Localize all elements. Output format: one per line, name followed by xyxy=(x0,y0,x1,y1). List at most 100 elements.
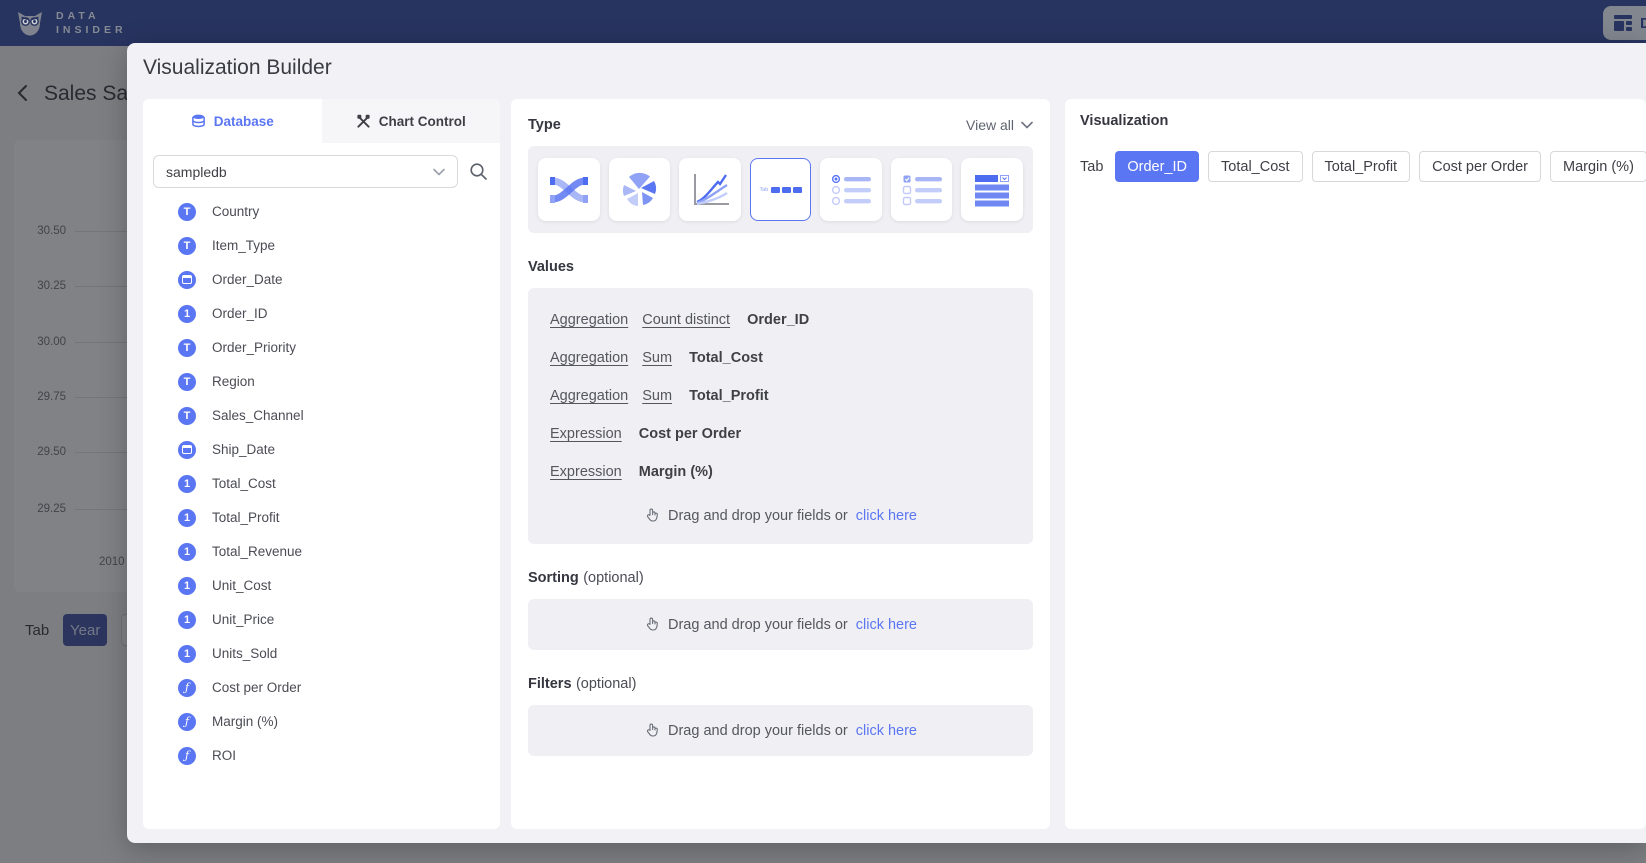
field-item-ship-date[interactable]: Ship_Date xyxy=(178,439,500,460)
field-item-unit-cost[interactable]: 1 Unit_Cost xyxy=(178,575,500,596)
aggregation-dropdown[interactable]: Aggregation xyxy=(550,388,628,404)
chevron-down-icon xyxy=(1021,121,1033,129)
number-field-icon: 1 xyxy=(178,577,196,595)
left-panel: Database Chart Control sampledb xyxy=(143,99,500,829)
field-item-unit-price[interactable]: 1 Unit_Price xyxy=(178,609,500,630)
field-item-order-id[interactable]: 1 Order_ID xyxy=(178,303,500,324)
chart-type-checkbox-list[interactable] xyxy=(891,158,953,221)
filters-drop-zone[interactable]: Drag and drop your fields or click here xyxy=(644,722,917,739)
tab-database[interactable]: Database xyxy=(143,99,322,143)
field-item-cost-per-order[interactable]: ƒ Cost per Order xyxy=(178,677,500,698)
value-row: Aggregation Sum Total_Cost xyxy=(528,339,1033,377)
function-field-icon: ƒ xyxy=(178,679,196,697)
value-row: Aggregation Sum Total_Profit xyxy=(528,377,1033,415)
values-heading: Values xyxy=(528,259,574,275)
text-field-icon: T xyxy=(178,373,196,391)
checkbox-list-icon xyxy=(900,173,944,207)
aggregation-dropdown[interactable]: Aggregation xyxy=(550,312,628,328)
value-row: Expression Margin (%) xyxy=(528,453,1033,491)
brand-logo: DATA INSIDER xyxy=(14,7,127,39)
dashboard-button[interactable]: D xyxy=(1603,6,1646,40)
chart-type-tab[interactable]: Tab xyxy=(750,158,812,221)
value-field[interactable]: Total_Profit xyxy=(689,388,768,404)
value-field[interactable]: Margin (%) xyxy=(639,464,713,480)
text-field-icon: T xyxy=(178,339,196,357)
database-select[interactable]: sampledb xyxy=(153,155,458,188)
tab-chart-control-label: Chart Control xyxy=(379,114,466,129)
function-field-icon: ƒ xyxy=(178,747,196,765)
aggregation-func-dropdown[interactable]: Sum xyxy=(642,388,672,404)
table-icon xyxy=(973,173,1011,207)
sorting-optional-label: (optional) xyxy=(583,570,643,586)
drag-hand-icon xyxy=(644,507,660,524)
value-row: Expression Cost per Order xyxy=(528,415,1033,453)
field-list: T Country T Item_Type Order_Date 1 Order… xyxy=(143,188,500,766)
value-row: Aggregation Count distinct Order_ID xyxy=(528,301,1033,339)
drag-hand-icon xyxy=(644,722,660,739)
date-field-icon xyxy=(178,441,196,459)
chart-type-table[interactable] xyxy=(961,158,1023,221)
tab-view-icon: Tab xyxy=(759,187,802,193)
database-icon xyxy=(191,114,206,129)
chart-type-radio-list[interactable] xyxy=(820,158,882,221)
chart-type-pie[interactable] xyxy=(609,158,671,221)
expression-dropdown[interactable]: Expression xyxy=(550,426,622,442)
number-field-icon: 1 xyxy=(178,543,196,561)
drag-hand-icon xyxy=(644,616,660,633)
database-select-value: sampledb xyxy=(166,164,227,180)
text-field-icon: T xyxy=(178,203,196,221)
type-heading: Type xyxy=(528,117,561,133)
field-item-region[interactable]: T Region xyxy=(178,371,500,392)
field-item-margin[interactable]: ƒ Margin (%) xyxy=(178,711,500,732)
aggregation-func-dropdown[interactable]: Sum xyxy=(642,350,672,366)
value-field[interactable]: Total_Cost xyxy=(689,350,763,366)
radio-list-icon xyxy=(829,173,873,207)
tab-database-label: Database xyxy=(214,114,274,129)
field-item-total-revenue[interactable]: 1 Total_Revenue xyxy=(178,541,500,562)
owl-logo-icon xyxy=(14,7,46,39)
sorting-panel: Drag and drop your fields or click here xyxy=(528,599,1033,650)
visualization-panel: Visualization Tab Order_ID Total_Cost To… xyxy=(1065,99,1646,829)
expression-dropdown[interactable]: Expression xyxy=(550,464,622,480)
aggregation-func-dropdown[interactable]: Count distinct xyxy=(642,312,730,328)
number-field-icon: 1 xyxy=(178,509,196,527)
field-item-sales-channel[interactable]: T Sales_Channel xyxy=(178,405,500,426)
visualization-builder-modal: Visualization Builder Database xyxy=(127,43,1646,843)
field-item-roi[interactable]: ƒ ROI xyxy=(178,745,500,766)
chart-type-strip: Tab xyxy=(528,146,1033,233)
viz-tab-label: Tab xyxy=(1080,159,1103,175)
sorting-drop-zone[interactable]: Drag and drop your fields or click here xyxy=(644,616,917,633)
chart-type-sankey[interactable] xyxy=(538,158,600,221)
viz-tab-cost-per-order[interactable]: Cost per Order xyxy=(1419,151,1541,182)
field-item-total-profit[interactable]: 1 Total_Profit xyxy=(178,507,500,528)
value-field[interactable]: Cost per Order xyxy=(639,426,741,442)
aggregation-dropdown[interactable]: Aggregation xyxy=(550,350,628,366)
field-item-order-date[interactable]: Order_Date xyxy=(178,269,500,290)
viz-tab-total-profit[interactable]: Total_Profit xyxy=(1312,151,1411,182)
viz-tab-total-cost[interactable]: Total_Cost xyxy=(1208,151,1303,182)
view-all-button[interactable]: View all xyxy=(966,117,1033,133)
values-drop-zone[interactable]: Drag and drop your fields or click here xyxy=(528,507,1033,524)
click-here-link[interactable]: click here xyxy=(856,723,917,739)
visualization-tab-row: Tab Order_ID Total_Cost Total_Profit Cos… xyxy=(1080,151,1631,182)
chart-type-line[interactable] xyxy=(679,158,741,221)
function-field-icon: ƒ xyxy=(178,713,196,731)
viz-tab-margin[interactable]: Margin (%) xyxy=(1550,151,1646,182)
search-icon[interactable] xyxy=(469,162,488,181)
tab-chart-control[interactable]: Chart Control xyxy=(322,99,501,143)
viz-tab-order-id[interactable]: Order_ID xyxy=(1115,151,1199,182)
field-item-units-sold[interactable]: 1 Units_Sold xyxy=(178,643,500,664)
visualization-heading: Visualization xyxy=(1080,113,1631,129)
date-field-icon xyxy=(178,271,196,289)
field-item-country[interactable]: T Country xyxy=(178,201,500,222)
sankey-chart-icon xyxy=(548,174,590,206)
value-field[interactable]: Order_ID xyxy=(747,312,809,328)
text-field-icon: T xyxy=(178,407,196,425)
field-item-total-cost[interactable]: 1 Total_Cost xyxy=(178,473,500,494)
dashboard-button-label: D xyxy=(1640,15,1646,32)
field-item-order-priority[interactable]: T Order_Priority xyxy=(178,337,500,358)
click-here-link[interactable]: click here xyxy=(856,617,917,633)
text-field-icon: T xyxy=(178,237,196,255)
field-item-item-type[interactable]: T Item_Type xyxy=(178,235,500,256)
click-here-link[interactable]: click here xyxy=(856,508,917,524)
